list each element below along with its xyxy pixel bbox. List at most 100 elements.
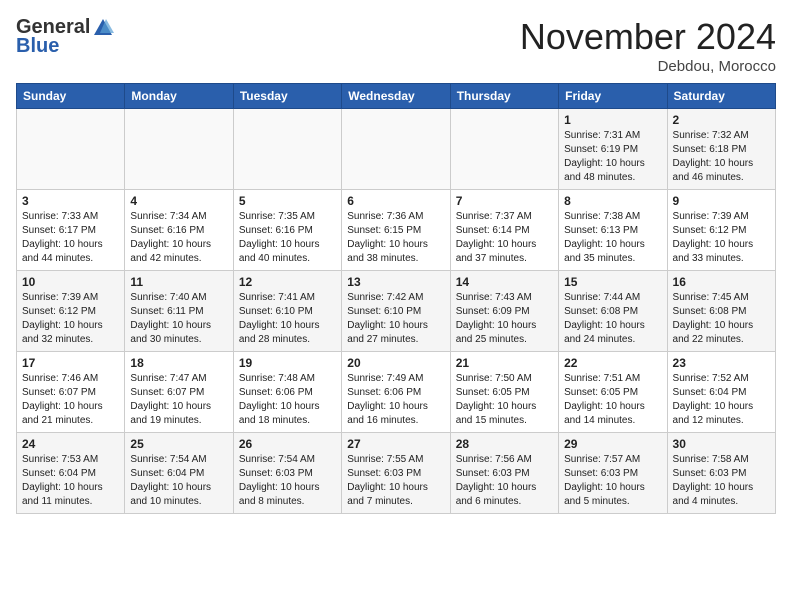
calendar-cell: 5 Sunrise: 7:35 AM Sunset: 6:16 PM Daylig… [233,190,341,271]
day-number: 1 [564,113,661,127]
calendar-table: SundayMondayTuesdayWednesdayThursdayFrid… [16,83,776,514]
calendar-cell: 8Sunrise: 7:38 AM Sunset: 6:13 PM Daylig… [559,190,667,271]
day-info: Sunrise: 7:34 AM Sunset: 6:16 PM Dayligh… [130,210,227,266]
calendar-cell [17,109,125,190]
weekday-header: Thursday [450,84,558,109]
day-info: Sunrise: 7:35 AM Sunset: 6:16 PM Dayligh… [239,210,336,266]
title-block: November 2024 Debdou, Morocco [520,16,776,75]
day-info: Sunrise: 7:37 AM Sunset: 6:14 PM Dayligh… [456,210,553,266]
calendar-cell: 7Sunrise: 7:37 AM Sunset: 6:14 PM Daylig… [450,190,558,271]
weekday-header: Friday [559,84,667,109]
calendar-cell: 25 Sunrise: 7:54 AM Sunset: 6:04 PM Dayli… [125,433,233,514]
calendar-week-row: 10 Sunrise: 7:39 AM Sunset: 6:12 PM Dayli… [17,271,776,352]
day-info: Sunrise: 7:43 AM Sunset: 6:09 PM Dayligh… [456,291,553,347]
calendar-cell: 18 Sunrise: 7:47 AM Sunset: 6:07 PM Dayli… [125,352,233,433]
day-info: Sunrise: 7:53 AM Sunset: 6:04 PM Dayligh… [22,453,119,509]
day-info: Sunrise: 7:48 AM Sunset: 6:06 PM Dayligh… [239,372,336,428]
day-info: Sunrise: 7:46 AM Sunset: 6:07 PM Dayligh… [22,372,119,428]
calendar-week-row: 17 Sunrise: 7:46 AM Sunset: 6:07 PM Dayli… [17,352,776,433]
calendar-cell: 3Sunrise: 7:33 AM Sunset: 6:17 PM Daylig… [17,190,125,271]
page-header: General Blue November 2024 Debdou, Moroc… [16,16,776,75]
calendar-cell: 26 Sunrise: 7:54 AM Sunset: 6:03 PM Dayli… [233,433,341,514]
day-number: 24 [22,437,119,451]
day-number: 22 [564,356,661,370]
calendar-cell: 24 Sunrise: 7:53 AM Sunset: 6:04 PM Dayli… [17,433,125,514]
weekday-header: Saturday [667,84,775,109]
day-info: Sunrise: 7:54 AM Sunset: 6:04 PM Dayligh… [130,453,227,509]
day-number: 30 [673,437,770,451]
calendar-cell: 13Sunrise: 7:42 AM Sunset: 6:10 PM Dayli… [342,271,450,352]
day-info: Sunrise: 7:31 AM Sunset: 6:19 PM Dayligh… [564,129,661,185]
calendar-cell: 15Sunrise: 7:44 AM Sunset: 6:08 PM Dayli… [559,271,667,352]
day-info: Sunrise: 7:50 AM Sunset: 6:05 PM Dayligh… [456,372,553,428]
calendar-cell: 16 Sunrise: 7:45 AM Sunset: 6:08 PM Dayli… [667,271,775,352]
day-info: Sunrise: 7:39 AM Sunset: 6:12 PM Dayligh… [673,210,770,266]
calendar-cell: 11 Sunrise: 7:40 AM Sunset: 6:11 PM Dayli… [125,271,233,352]
weekday-header: Sunday [17,84,125,109]
calendar-cell [450,109,558,190]
day-number: 25 [130,437,227,451]
calendar-cell: 29 Sunrise: 7:57 AM Sunset: 6:03 PM Dayli… [559,433,667,514]
weekday-header: Tuesday [233,84,341,109]
day-info: Sunrise: 7:32 AM Sunset: 6:18 PM Dayligh… [673,129,770,185]
logo-icon [92,17,114,39]
day-info: Sunrise: 7:45 AM Sunset: 6:08 PM Dayligh… [673,291,770,347]
day-number: 16 [673,275,770,289]
calendar-cell: 27 Sunrise: 7:55 AM Sunset: 6:03 PM Dayli… [342,433,450,514]
day-number: 29 [564,437,661,451]
calendar-cell: 4 Sunrise: 7:34 AM Sunset: 6:16 PM Daylig… [125,190,233,271]
month-title: November 2024 [520,16,776,58]
day-info: Sunrise: 7:41 AM Sunset: 6:10 PM Dayligh… [239,291,336,347]
day-number: 6 [347,194,444,208]
logo: General Blue [16,16,114,58]
day-info: Sunrise: 7:49 AM Sunset: 6:06 PM Dayligh… [347,372,444,428]
calendar-cell: 23 Sunrise: 7:52 AM Sunset: 6:04 PM Dayli… [667,352,775,433]
day-number: 8 [564,194,661,208]
day-number: 17 [22,356,119,370]
calendar-cell: 12 Sunrise: 7:41 AM Sunset: 6:10 PM Dayli… [233,271,341,352]
day-number: 26 [239,437,336,451]
calendar-cell: 20 Sunrise: 7:49 AM Sunset: 6:06 PM Dayli… [342,352,450,433]
day-number: 23 [673,356,770,370]
day-number: 12 [239,275,336,289]
day-number: 19 [239,356,336,370]
calendar-cell: 10 Sunrise: 7:39 AM Sunset: 6:12 PM Dayli… [17,271,125,352]
day-number: 27 [347,437,444,451]
calendar-week-row: 1 Sunrise: 7:31 AM Sunset: 6:19 PM Daylig… [17,109,776,190]
calendar-week-row: 24 Sunrise: 7:53 AM Sunset: 6:04 PM Dayli… [17,433,776,514]
day-number: 5 [239,194,336,208]
day-info: Sunrise: 7:44 AM Sunset: 6:08 PM Dayligh… [564,291,661,347]
calendar-cell: 30Sunrise: 7:58 AM Sunset: 6:03 PM Dayli… [667,433,775,514]
calendar-cell: 9 Sunrise: 7:39 AM Sunset: 6:12 PM Daylig… [667,190,775,271]
day-info: Sunrise: 7:54 AM Sunset: 6:03 PM Dayligh… [239,453,336,509]
day-number: 21 [456,356,553,370]
day-number: 10 [22,275,119,289]
calendar-cell: 28 Sunrise: 7:56 AM Sunset: 6:03 PM Dayli… [450,433,558,514]
weekday-header: Wednesday [342,84,450,109]
day-info: Sunrise: 7:39 AM Sunset: 6:12 PM Dayligh… [22,291,119,347]
day-info: Sunrise: 7:42 AM Sunset: 6:10 PM Dayligh… [347,291,444,347]
day-info: Sunrise: 7:55 AM Sunset: 6:03 PM Dayligh… [347,453,444,509]
calendar-cell: 22 Sunrise: 7:51 AM Sunset: 6:05 PM Dayli… [559,352,667,433]
calendar-cell: 1 Sunrise: 7:31 AM Sunset: 6:19 PM Daylig… [559,109,667,190]
day-number: 9 [673,194,770,208]
calendar-header-row: SundayMondayTuesdayWednesdayThursdayFrid… [17,84,776,109]
day-number: 14 [456,275,553,289]
day-info: Sunrise: 7:33 AM Sunset: 6:17 PM Dayligh… [22,210,119,266]
day-number: 28 [456,437,553,451]
calendar-cell [233,109,341,190]
day-info: Sunrise: 7:40 AM Sunset: 6:11 PM Dayligh… [130,291,227,347]
day-info: Sunrise: 7:52 AM Sunset: 6:04 PM Dayligh… [673,372,770,428]
day-number: 20 [347,356,444,370]
day-number: 18 [130,356,227,370]
calendar-cell: 21 Sunrise: 7:50 AM Sunset: 6:05 PM Dayli… [450,352,558,433]
day-info: Sunrise: 7:51 AM Sunset: 6:05 PM Dayligh… [564,372,661,428]
day-info: Sunrise: 7:57 AM Sunset: 6:03 PM Dayligh… [564,453,661,509]
day-number: 11 [130,275,227,289]
calendar-cell: 19 Sunrise: 7:48 AM Sunset: 6:06 PM Dayli… [233,352,341,433]
day-info: Sunrise: 7:47 AM Sunset: 6:07 PM Dayligh… [130,372,227,428]
location: Debdou, Morocco [520,58,776,75]
day-info: Sunrise: 7:56 AM Sunset: 6:03 PM Dayligh… [456,453,553,509]
day-number: 4 [130,194,227,208]
calendar-cell [342,109,450,190]
